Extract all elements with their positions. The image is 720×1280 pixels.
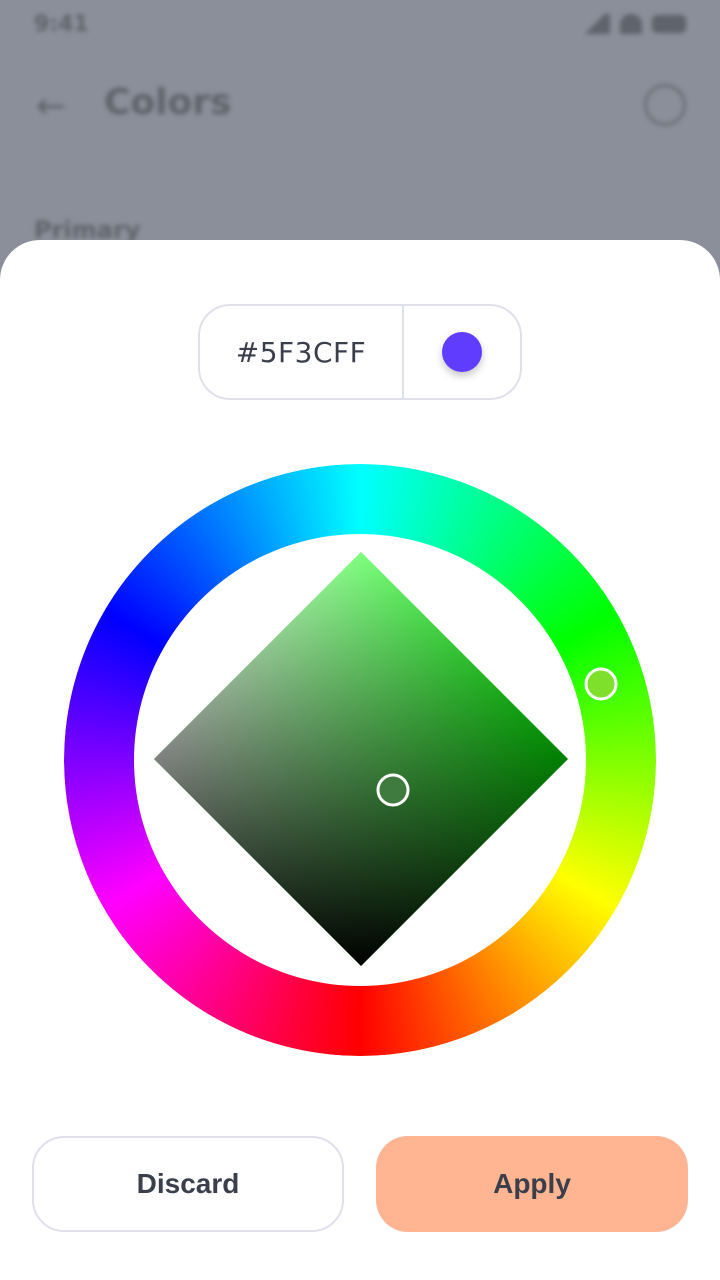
color-picker-sheet: #5F3CFF Discard Apply	[0, 240, 720, 1280]
avatar	[644, 84, 686, 126]
page-title: Colors	[104, 82, 232, 123]
status-icons	[580, 14, 686, 34]
back-arrow-icon: ←	[36, 86, 67, 127]
status-time: 9:41	[34, 12, 89, 37]
color-wheel[interactable]	[0, 240, 720, 1280]
saturation-selector-handle[interactable]	[376, 773, 410, 807]
battery-icon	[652, 15, 686, 33]
wifi-icon	[620, 14, 642, 34]
signal-icon	[580, 14, 610, 34]
status-bar: 9:41	[0, 0, 720, 52]
app-bar: ← Colors	[0, 70, 720, 140]
apply-button[interactable]: Apply	[376, 1136, 688, 1232]
discard-button[interactable]: Discard	[32, 1136, 344, 1232]
saturation-value-diamond[interactable]	[154, 552, 568, 966]
hue-selector-handle[interactable]	[584, 667, 618, 701]
